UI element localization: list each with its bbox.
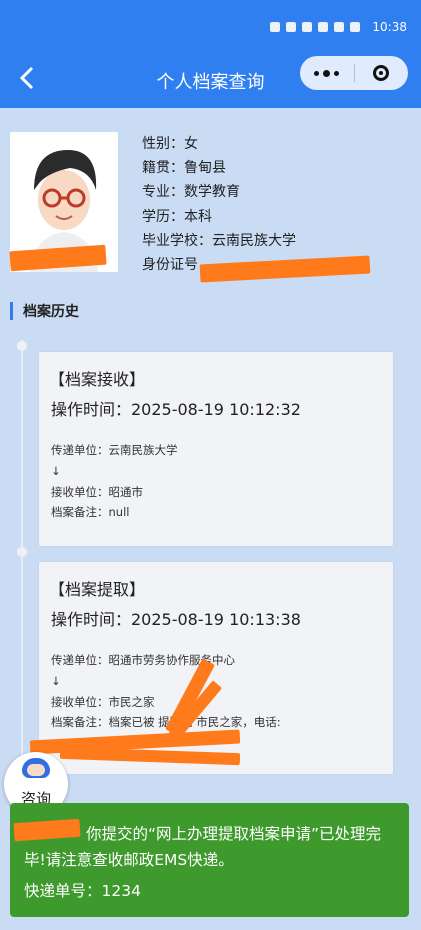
profile-card: 性别：女 籍贯：鲁甸县 专业：数学教育 学历：本科 毕业学校：云南民族大学 身份… [9,132,410,283]
timeline-dot [17,547,27,557]
miniprogram-capsule [300,56,408,90]
notice-message: 你提交的“网上办理提取档案申请”已处理完毕!请注意查收邮政EMS快递。 [24,821,399,873]
record-to: 接收单位：市民之家 [51,694,155,709]
history-heading: 档案历史 [10,300,79,322]
tracking-number: 快递单号：1234 [24,882,141,900]
notice-message-text: 你提交的“网上办理提取档案申请”已处理完毕!请注意查收邮政EMS快递。 [24,825,382,869]
notice-banner: 你提交的“网上办理提取档案申请”已处理完毕!请注意查收邮政EMS快递。 快递单号… [10,803,409,917]
education-text: 学历：本科 [142,208,212,225]
notification-icon [270,22,281,32]
record-arrow: ↓ [51,673,61,688]
record-time: 操作时间：2025-08-19 10:12:32 [51,400,301,419]
eye-icon [334,22,345,32]
app-icon [318,22,329,32]
nav-bar: 个人档案查询 [0,50,421,108]
status-icons: 10:38 [270,20,407,34]
record-title: 【档案提取】 [49,580,146,599]
record-arrow: ↓ [51,463,61,478]
assistant-avatar-icon [22,758,50,778]
close-miniprogram-icon[interactable] [354,56,408,90]
signal-icon [286,22,297,32]
status-time: 10:38 [372,20,407,34]
heading-accent-bar [10,302,13,320]
timeline-dot [17,341,27,351]
record-time: 操作时间：2025-08-19 10:13:38 [51,610,301,629]
history-record-card: 【档案接收】 操作时间：2025-08-19 10:12:32 传递单位：云南民… [39,352,393,546]
record-from: 传递单位：云南民族大学 [51,443,178,457]
record-note: 档案备注：档案已被 提取到 市民之家，电话: [51,715,281,730]
major-text: 专业：数学教育 [142,184,240,201]
more-menu-icon[interactable] [300,56,354,90]
record-details: 传递单位：云南民族大学 ↓ 接收单位：昭通市 档案备注：null [51,440,178,523]
record-from: 传递单位：昭通市劳务协作服务中心 [51,653,235,667]
record-title: 【档案接收】 [49,370,146,389]
profile-info: 性别：女 籍贯：鲁甸县 专业：数学教育 学历：本科 毕业学校：云南民族大学 身份… [142,132,296,277]
record-details: 传递单位：昭通市劳务协作服务中心 ↓ 接收单位：市民之家 档案备注：档案已被 提… [51,650,281,733]
origin-text: 籍贯：鲁甸县 [142,160,226,177]
status-bar: 10:38 [0,0,421,50]
gender-text: 性别：女 [142,136,198,152]
record-note: 档案备注：null [51,505,130,520]
battery-icon [350,22,361,32]
wifi-icon [302,22,313,32]
record-to: 接收单位：昭通市 [51,484,143,499]
school-text: 毕业学校：云南民族大学 [142,232,296,249]
history-heading-text: 档案历史 [23,304,79,320]
